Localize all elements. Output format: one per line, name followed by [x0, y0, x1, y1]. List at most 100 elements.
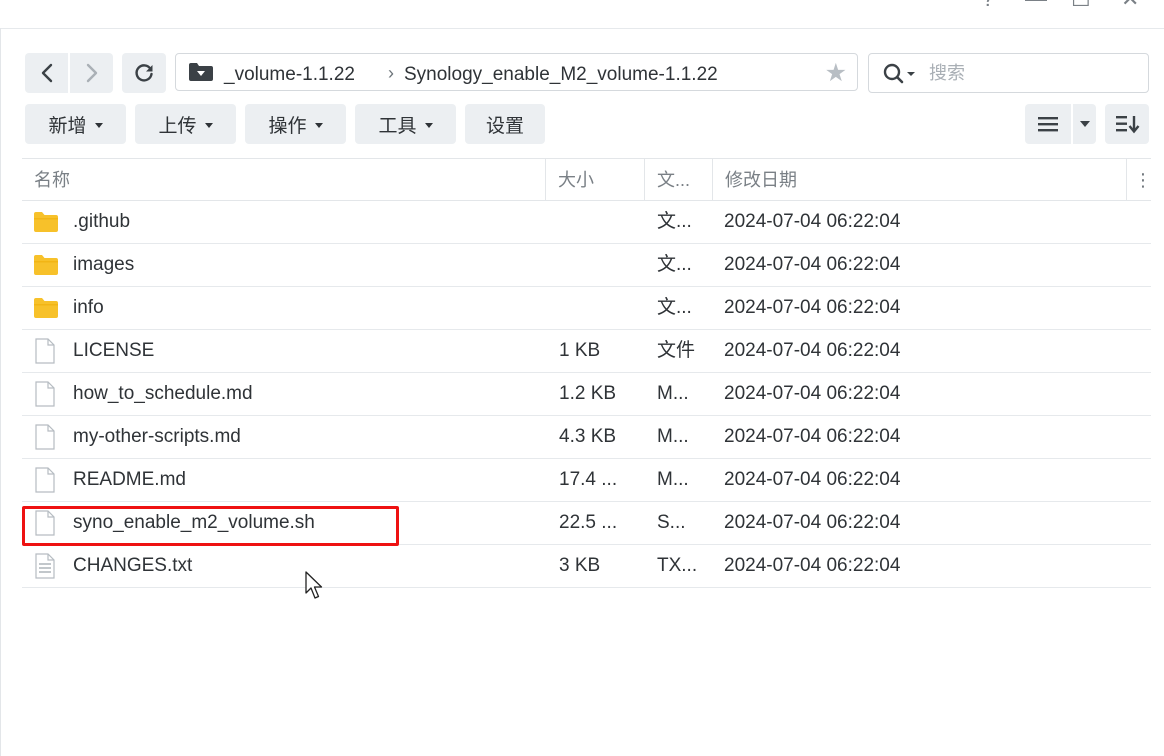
- file-name[interactable]: .github: [73, 201, 130, 243]
- view-dropdown-button[interactable]: [1073, 104, 1096, 144]
- file-name[interactable]: how_to_schedule.md: [73, 373, 253, 415]
- help-icon[interactable]: ?: [982, 0, 994, 12]
- file-size: 1.2 KB: [559, 383, 617, 404]
- column-header-modified[interactable]: 修改日期: [725, 159, 797, 201]
- window-titlebar: ? — ☐ ✕: [0, 0, 1164, 29]
- action-button[interactable]: 操作: [245, 104, 346, 144]
- sort-button[interactable]: [1105, 104, 1149, 144]
- file-type: M...: [657, 383, 689, 404]
- table-header: 名称 大小 文... 修改日期 ⋮: [22, 158, 1152, 201]
- maximize-icon[interactable]: ☐: [1071, 0, 1091, 12]
- file-icon: [35, 467, 55, 493]
- file-modified: 2024-07-04 06:22:04: [724, 340, 901, 361]
- folder-dropdown-icon[interactable]: [188, 62, 214, 82]
- file-type: 文件: [657, 340, 696, 361]
- breadcrumb-parent[interactable]: _volume-1.1.22: [224, 64, 355, 86]
- table-row[interactable]: images 文... 2024-07-04 06:22:04: [22, 244, 1151, 287]
- minimize-icon[interactable]: —: [1025, 0, 1047, 12]
- folder-icon: [34, 298, 58, 318]
- column-divider[interactable]: [1126, 159, 1127, 201]
- create-button-label: 新增: [48, 115, 87, 137]
- file-modified: 2024-07-04 06:22:04: [724, 426, 901, 447]
- text-file-icon: [35, 553, 55, 579]
- file-size: 1 KB: [559, 340, 601, 361]
- file-name[interactable]: LICENSE: [73, 330, 154, 372]
- column-options-icon[interactable]: ⋮: [1134, 159, 1152, 201]
- table-row[interactable]: LICENSE 1 KB 文件 2024-07-04 06:22:04: [22, 330, 1151, 373]
- chevron-right-icon: [86, 63, 97, 83]
- file-modified: 2024-07-04 06:22:04: [724, 297, 901, 318]
- history-nav-group: [25, 53, 113, 93]
- caret-down-icon: [424, 122, 433, 128]
- search-input[interactable]: [929, 62, 1129, 84]
- file-icon: [35, 424, 55, 450]
- window-left-border: [0, 28, 1, 756]
- file-name[interactable]: info: [73, 287, 104, 329]
- file-type: 文...: [657, 297, 692, 318]
- file-type: S...: [657, 512, 686, 533]
- close-icon[interactable]: ✕: [1121, 0, 1139, 12]
- search-box[interactable]: [868, 53, 1149, 93]
- file-name[interactable]: images: [73, 244, 134, 286]
- column-header-type[interactable]: 文...: [657, 159, 690, 201]
- file-type: 文...: [657, 211, 692, 232]
- file-name[interactable]: CHANGES.txt: [73, 545, 192, 587]
- file-type: 文...: [657, 254, 692, 275]
- tools-button-label: 工具: [378, 115, 417, 137]
- action-button-label: 操作: [268, 115, 307, 137]
- list-view-button[interactable]: [1025, 104, 1071, 144]
- file-size: 3 KB: [559, 555, 601, 576]
- file-type: M...: [657, 426, 689, 447]
- favorite-star-icon[interactable]: ★: [825, 58, 847, 88]
- table-row[interactable]: my-other-scripts.md 4.3 KB M... 2024-07-…: [22, 416, 1151, 459]
- upload-button-label: 上传: [158, 115, 197, 137]
- file-name[interactable]: my-other-scripts.md: [73, 416, 241, 458]
- file-size: 22.5 ...: [559, 512, 618, 533]
- file-type: TX...: [657, 555, 698, 576]
- column-divider[interactable]: [644, 159, 645, 201]
- folder-icon: [34, 212, 58, 232]
- settings-button-label: 设置: [485, 115, 524, 137]
- column-divider[interactable]: [712, 159, 713, 201]
- path-bar[interactable]: _volume-1.1.22 › Synology_enable_M2_volu…: [175, 53, 858, 91]
- column-header-size[interactable]: 大小: [558, 159, 594, 201]
- sort-icon: [1116, 116, 1140, 134]
- file-icon: [35, 338, 55, 364]
- file-type: M...: [657, 469, 689, 490]
- file-modified: 2024-07-04 06:22:04: [724, 383, 901, 404]
- list-view-icon: [1038, 117, 1058, 132]
- create-button[interactable]: 新增: [25, 104, 126, 144]
- file-modified: 2024-07-04 06:22:04: [724, 211, 901, 232]
- table-row[interactable]: CHANGES.txt 3 KB TX... 2024-07-04 06:22:…: [22, 545, 1151, 588]
- column-header-name[interactable]: 名称: [34, 159, 70, 201]
- file-icon: [35, 381, 55, 407]
- caret-down-icon: [314, 122, 323, 128]
- table-row[interactable]: .github 文... 2024-07-04 06:22:04: [22, 201, 1151, 244]
- file-modified: 2024-07-04 06:22:04: [724, 555, 901, 576]
- file-size: 17.4 ...: [559, 469, 618, 490]
- table-row[interactable]: how_to_schedule.md 1.2 KB M... 2024-07-0…: [22, 373, 1151, 416]
- breadcrumb-current[interactable]: Synology_enable_M2_volume-1.1.22: [404, 64, 718, 86]
- file-name[interactable]: README.md: [73, 459, 186, 501]
- search-icon[interactable]: [883, 63, 921, 85]
- forward-button[interactable]: [70, 53, 113, 93]
- settings-button[interactable]: 设置: [465, 104, 545, 144]
- caret-down-icon: [94, 122, 103, 128]
- column-divider[interactable]: [545, 159, 546, 201]
- mouse-cursor-icon: [305, 571, 323, 599]
- tools-button[interactable]: 工具: [355, 104, 456, 144]
- file-modified: 2024-07-04 06:22:04: [724, 254, 901, 275]
- refresh-button[interactable]: [122, 53, 166, 93]
- caret-down-icon: [204, 122, 213, 128]
- view-mode-group: [1025, 104, 1096, 144]
- back-button[interactable]: [25, 53, 68, 93]
- refresh-icon: [135, 64, 153, 82]
- breadcrumb-separator: ›: [388, 63, 394, 83]
- caret-down-icon: [1079, 121, 1090, 127]
- folder-icon: [34, 255, 58, 275]
- table-row[interactable]: info 文... 2024-07-04 06:22:04: [22, 287, 1151, 330]
- file-size: 4.3 KB: [559, 426, 617, 447]
- table-row[interactable]: README.md 17.4 ... M... 2024-07-04 06:22…: [22, 459, 1151, 502]
- highlight-box: [22, 506, 399, 546]
- upload-button[interactable]: 上传: [135, 104, 236, 144]
